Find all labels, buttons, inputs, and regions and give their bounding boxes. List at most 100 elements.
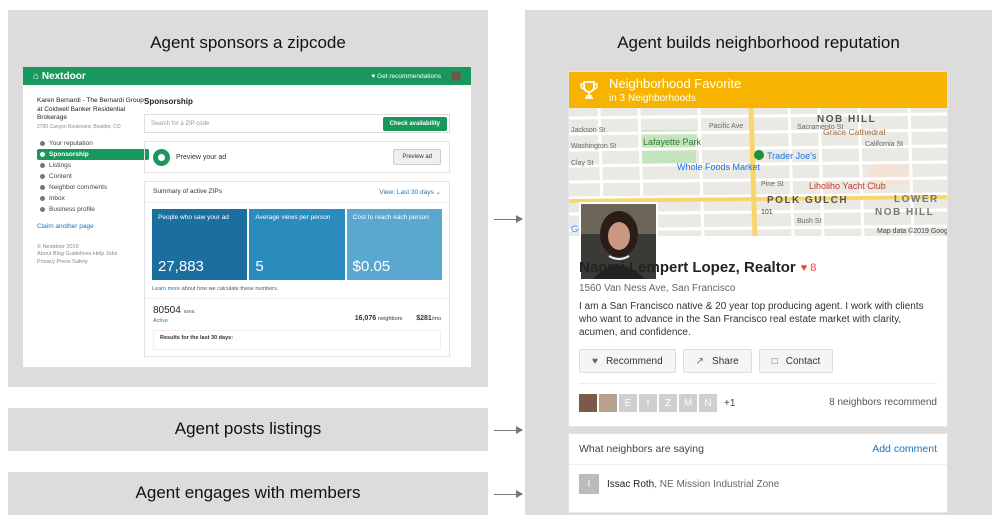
agent-business-name: Karen Bernardi - The Bernardi Group at C… (37, 97, 144, 121)
nextdoor-topbar: ⌂ Nextdoor ♥ Get recommendations (23, 67, 471, 85)
check-availability-button[interactable]: Check availability (382, 116, 447, 131)
svg-text:Jackson St: Jackson St (571, 127, 605, 134)
preview-ad-button[interactable]: Preview ad (393, 149, 441, 165)
share-icon: ↗ (695, 355, 705, 367)
divider (579, 383, 937, 384)
heart-count: ♥ 8 (800, 261, 817, 274)
svg-text:NOB HILL: NOB HILL (875, 207, 934, 218)
comments-card: What neighbors are saying Add comment I … (568, 433, 948, 513)
share-button[interactable]: ↗ Share (682, 349, 752, 373)
avatar[interactable] (599, 394, 617, 412)
list-icon (40, 162, 45, 168)
avatar[interactable]: E (619, 394, 637, 412)
sidebar-item-content[interactable]: Content (37, 171, 149, 182)
arrow-icon (494, 215, 523, 223)
target-icon (40, 151, 45, 157)
results-box: Results for the last 30 days: (153, 330, 441, 350)
favorite-subtitle: in 3 Neighborhoods (609, 92, 696, 104)
agent-bio: I am a San Francisco native & 20 year to… (579, 301, 924, 338)
stat-views: Average views per person 5 (249, 209, 345, 280)
page-title: Sponsorship (144, 97, 193, 106)
comments-title: What neighbors are saying (579, 443, 704, 455)
svg-text:Map data ©2019 Goog: Map data ©2019 Goog (877, 227, 947, 235)
neighborhood-favorite-banner: Neighborhood Favorite in 3 Neighborhoods (569, 72, 947, 108)
recommender-avatars: E I Z M N +1 (579, 394, 735, 412)
chat-icon: □ (771, 355, 778, 367)
recommend-button[interactable]: ♥ Recommend (579, 349, 676, 373)
avatar[interactable]: I (639, 394, 657, 412)
more-count: +1 (724, 397, 736, 409)
nextdoor-screenshot: ⌂ Nextdoor ♥ Get recommendations Karen B… (23, 67, 471, 367)
reputation-panel-title: Agent builds neighborhood reputation (617, 33, 900, 52)
sponsorship-main: Sponsorship Search for a ZIP code Check … (144, 97, 450, 357)
svg-text:Whole Foods Market: Whole Foods Market (677, 162, 761, 172)
recommend-count: 8 neighbors recommend (829, 397, 937, 408)
engage-panel: Agent engages with members (8, 472, 488, 515)
engage-panel-title: Agent engages with members (135, 483, 361, 502)
stat-cost: Cost to reach each person $0.05 (346, 209, 442, 280)
svg-text:Sacramento St: Sacramento St (797, 124, 843, 131)
summary-card: Summary of active ZIPs View: Last 30 day… (144, 181, 450, 357)
preview-label: Preview your ad (176, 153, 227, 161)
svg-text:Pine St: Pine St (761, 181, 784, 188)
zip-search: Search for a ZIP code Check availability (144, 114, 450, 133)
stat-people: People who saw your ad 27,883 (152, 209, 248, 280)
svg-text:Washington St: Washington St (571, 143, 616, 150)
agent-address: 1560 Van Ness Ave, San Francisco (579, 283, 736, 294)
claim-page-link[interactable]: Claim another page (37, 223, 149, 230)
heart-icon: ♥ (800, 261, 808, 274)
nextdoor-logo: ⌂ Nextdoor (33, 70, 86, 82)
comment-row: I Issac Roth, NE Mission Industrial Zone (569, 465, 947, 503)
commenter-area: , NE Mission Industrial Zone (654, 478, 780, 490)
avatar[interactable] (451, 71, 461, 81)
listings-panel: Agent posts listings (8, 408, 488, 451)
svg-text:101: 101 (761, 209, 773, 216)
avatar[interactable] (579, 394, 597, 412)
zip-search-input[interactable]: Search for a ZIP code (151, 121, 209, 127)
zip-row[interactable]: 80504 area Active 16,076 neighbors $281/… (145, 298, 449, 356)
svg-text:Clay St: Clay St (571, 160, 594, 167)
heart-icon (40, 140, 45, 146)
summary-title: Summary of active ZIPs (153, 188, 222, 195)
preview-card: Preview your ad Preview ad (144, 141, 450, 173)
svg-text:Bush St: Bush St (797, 218, 822, 225)
avatar[interactable]: M (679, 394, 697, 412)
agent-name: Naomi Lempert Lopez, Realtor ♥ 8 (579, 259, 817, 276)
profile-icon (40, 206, 45, 212)
trophy-icon (580, 81, 598, 99)
view-range-dropdown[interactable]: View: Last 30 days ⌄ (379, 188, 441, 196)
learn-more-link[interactable]: Learn more (152, 286, 180, 292)
favorite-title: Neighborhood Favorite (609, 75, 742, 91)
sidebar-item-business-profile[interactable]: Business profile (37, 204, 149, 215)
eye-icon (153, 148, 170, 166)
commenter-name[interactable]: Issac Roth (607, 479, 654, 490)
sidebar-item-sponsorship[interactable]: Sponsorship (37, 148, 149, 160)
svg-text:Pacific Ave: Pacific Ave (709, 123, 743, 130)
svg-text:Lafayette Park: Lafayette Park (643, 137, 702, 147)
svg-text:California St: California St (865, 141, 903, 148)
sidebar-item-comments[interactable]: Neighbor comments (37, 182, 149, 193)
sidebar-item-reputation[interactable]: Your reputation (37, 138, 149, 149)
inbox-icon (40, 195, 45, 201)
comment-icon (40, 184, 45, 190)
arrow-icon (494, 490, 523, 498)
contact-button[interactable]: □ Contact (758, 349, 834, 373)
listings-panel-title: Agent posts listings (174, 419, 322, 438)
avatar[interactable]: N (699, 394, 717, 412)
avatar[interactable]: Z (659, 394, 677, 412)
document-icon (40, 173, 45, 179)
sidebar-item-inbox[interactable]: Inbox (37, 193, 149, 204)
sidebar-item-listings[interactable]: Listings (37, 160, 149, 171)
get-recommendations-link[interactable]: ♥ Get recommendations (371, 73, 441, 80)
svg-text:LOWER: LOWER (894, 194, 939, 205)
svg-text:Liholiho Yacht Club: Liholiho Yacht Club (809, 181, 886, 191)
learn-more-text: Learn more about how we calculate these … (152, 286, 279, 292)
arrow-icon (494, 426, 523, 434)
svg-text:POLK GULCH: POLK GULCH (767, 195, 848, 206)
agent-profile-card: Neighborhood Favorite in 3 Neighborhoods… (568, 71, 948, 427)
add-comment-link[interactable]: Add comment (872, 443, 937, 455)
avatar[interactable]: I (579, 474, 599, 494)
nextdoor-sidebar: Karen Bernardi - The Bernardi Group at C… (37, 97, 149, 266)
svg-text:Trader Joe's: Trader Joe's (767, 151, 817, 161)
agent-address: 2700 Canyon Boulevard, Boulder, CO (37, 123, 121, 130)
